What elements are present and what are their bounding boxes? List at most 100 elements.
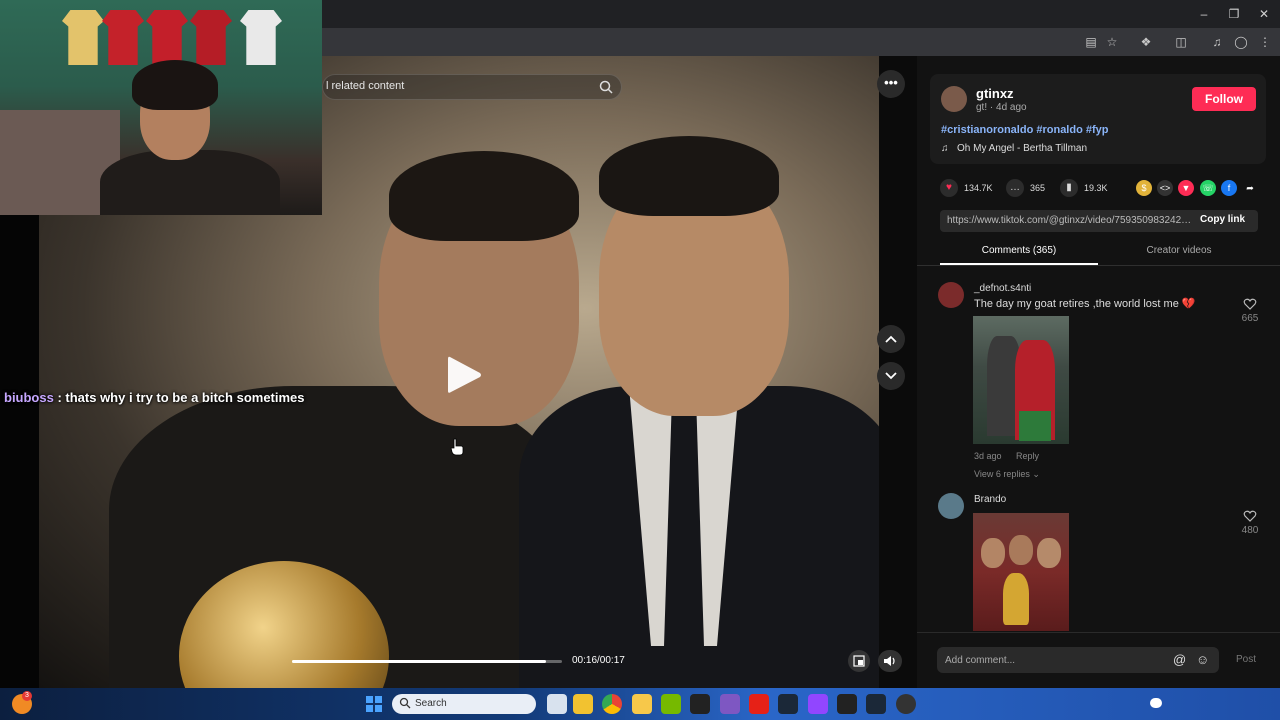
webcam-overlay	[0, 0, 322, 215]
mention-icon[interactable]: @	[1173, 652, 1186, 667]
tab-creator-videos[interactable]: Creator videos	[1100, 245, 1258, 256]
whatsapp-icon[interactable]: ☏	[1200, 180, 1216, 196]
comment-avatar[interactable]	[938, 493, 964, 519]
comment-age: 3d ago	[974, 451, 1002, 461]
comment-icon[interactable]: …	[1006, 179, 1024, 197]
time-display: 00:16/00:17	[572, 655, 625, 666]
jersey-red-2	[146, 10, 188, 65]
music-title[interactable]: Oh My Angel - Bertha Tillman	[957, 143, 1087, 154]
person-left-hair	[389, 151, 579, 241]
comment-username[interactable]: Brando	[974, 494, 1006, 505]
streamer-body	[100, 150, 280, 215]
creator-avatar[interactable]	[941, 86, 967, 112]
miniplayer-button[interactable]	[848, 650, 870, 672]
follow-button[interactable]: Follow	[1192, 87, 1256, 111]
bookmark-star-icon[interactable]: ☆	[1103, 33, 1121, 51]
chat-username: biuboss	[4, 390, 54, 405]
chevron-down-icon	[885, 372, 897, 380]
app-purple-icon[interactable]	[720, 694, 740, 714]
previous-video-button[interactable]	[877, 325, 905, 353]
minimize-icon[interactable]: –	[1194, 5, 1214, 23]
twitch-icon[interactable]	[808, 694, 828, 714]
task-view-icon[interactable]	[547, 694, 567, 714]
comment-image[interactable]	[973, 316, 1069, 444]
creator-name[interactable]: gtinxz	[976, 86, 1014, 101]
like-heart-icon[interactable]: ♥	[940, 179, 958, 197]
comment-like-count: 665	[1241, 313, 1259, 324]
volume-button[interactable]	[878, 650, 902, 672]
jersey-red	[102, 10, 144, 65]
youtube-icon[interactable]	[749, 694, 769, 714]
chat-text: : thats why i try to be a bitch sometime…	[53, 390, 305, 405]
coin-share-icon[interactable]: $	[1136, 180, 1152, 196]
epic-games-icon[interactable]	[690, 694, 710, 714]
tab-comments[interactable]: Comments (365)	[940, 245, 1098, 256]
install-app-icon[interactable]: ▤	[1082, 33, 1100, 51]
streamer-hair	[132, 60, 218, 110]
comment-count: 365	[1030, 183, 1046, 193]
hashtags[interactable]: #cristianoronaldo #ronaldo #fyp	[941, 124, 1108, 136]
comment-image[interactable]	[973, 513, 1069, 631]
view-replies-button[interactable]: View 6 replies ⌄	[974, 469, 1040, 480]
menu-icon[interactable]: ⋮	[1256, 33, 1274, 51]
chevron-down-icon: ⌄	[1032, 469, 1040, 479]
profile-icon[interactable]: ◯	[1232, 33, 1250, 51]
cloud-icon[interactable]	[1150, 698, 1162, 708]
save-count: 19.3K	[1084, 183, 1108, 193]
close-icon[interactable]: ✕	[1254, 5, 1274, 23]
comment-text-body: The day my goat retires ,the world lost …	[974, 298, 1179, 310]
jersey-white	[240, 10, 282, 65]
app-r-icon[interactable]	[573, 694, 593, 714]
like-count: 134.7K	[964, 183, 993, 193]
world-cup-trophy	[1003, 573, 1029, 625]
jersey-red-3	[190, 10, 232, 65]
player-face	[981, 538, 1005, 568]
progress-fill	[292, 660, 546, 663]
facebook-icon[interactable]: f	[1221, 180, 1237, 196]
capcut-icon[interactable]	[837, 694, 857, 714]
media-controls-icon[interactable]: ♫	[1208, 33, 1226, 51]
windows-start-icon[interactable]	[366, 696, 382, 712]
next-video-button[interactable]	[877, 362, 905, 390]
comment-like-icon[interactable]	[1243, 297, 1257, 311]
bookmark-icon[interactable]: ▮	[1060, 179, 1078, 197]
hand-cursor-icon	[450, 438, 464, 456]
file-explorer-icon[interactable]	[632, 694, 652, 714]
chrome-icon[interactable]	[602, 694, 622, 714]
restore-icon[interactable]: ❐	[1224, 5, 1244, 23]
comment-like-count: 480	[1241, 525, 1259, 536]
comment-avatar[interactable]	[938, 282, 964, 308]
view-replies-label: View 6 replies	[974, 469, 1030, 479]
music-note-icon: ♫	[941, 143, 949, 154]
volume-icon	[884, 656, 895, 666]
post-button[interactable]: Post	[1236, 654, 1256, 665]
chevron-up-icon	[885, 335, 897, 343]
comment-like-icon[interactable]	[1243, 509, 1257, 523]
comment-text: The day my goat retires ,the world lost …	[974, 297, 1196, 310]
copy-link-button[interactable]: Copy link	[1200, 214, 1245, 225]
player-face	[1037, 538, 1061, 568]
taskbar-search[interactable]	[392, 694, 536, 714]
steam-icon[interactable]	[778, 694, 798, 714]
play-icon[interactable]	[444, 353, 484, 397]
creator-meta: gt! · 4d ago	[976, 102, 1027, 113]
obs-icon[interactable]	[896, 694, 916, 714]
embed-code-icon[interactable]: <>	[1157, 180, 1173, 196]
search-icon[interactable]	[598, 79, 614, 95]
miniplayer-icon	[853, 655, 865, 667]
notification-badge: 3	[22, 691, 32, 701]
emoji-icon[interactable]: ☺	[1196, 652, 1209, 667]
video-link[interactable]: https://www.tiktok.com/@gtinxz/video/759…	[947, 215, 1192, 226]
reply-button[interactable]: Reply	[1016, 451, 1039, 461]
extensions-icon[interactable]: ❖	[1137, 33, 1155, 51]
comment-username[interactable]: _defnot.s4nti	[974, 283, 1031, 294]
person-right-hair	[599, 136, 779, 216]
more-options-button[interactable]: •••	[877, 70, 905, 98]
search-placeholder: l related content	[326, 80, 405, 92]
chat-overlay-message: biuboss : thats why i try to be a bitch …	[4, 390, 305, 405]
side-panel-icon[interactable]: ◫	[1172, 33, 1190, 51]
steam-icon-2[interactable]	[866, 694, 886, 714]
nvidia-icon[interactable]	[661, 694, 681, 714]
share-arrow-icon[interactable]: ➦	[1242, 180, 1258, 196]
send-to-friend-icon[interactable]: ▼	[1178, 180, 1194, 196]
